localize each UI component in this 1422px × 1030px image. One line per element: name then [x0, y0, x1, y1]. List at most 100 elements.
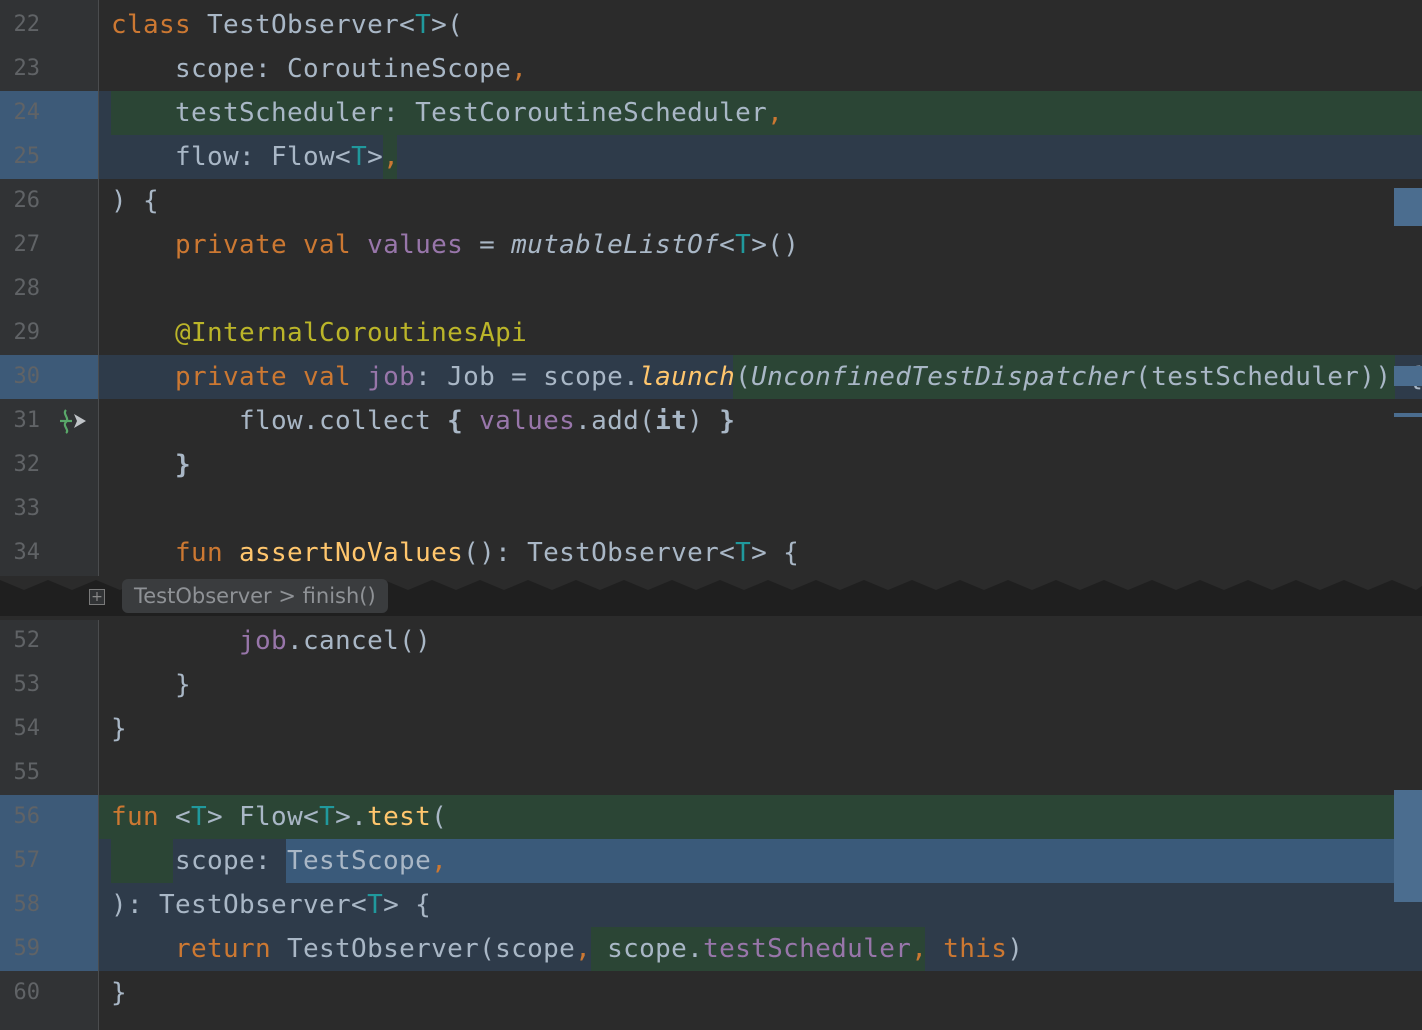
line-code[interactable]: ): TestObserver<T> {: [111, 883, 431, 927]
code-token: (testScheduler)) {: [1135, 362, 1422, 392]
line-number: 26: [13, 188, 41, 213]
code-line-25[interactable]: 25 flow: Flow<T>,: [0, 135, 1422, 179]
line-code[interactable]: }: [111, 707, 127, 751]
code-token: }: [111, 978, 128, 1008]
code-token: >: [367, 142, 384, 172]
code-token: T: [319, 802, 336, 832]
line-code[interactable]: flow: Flow<T>,: [111, 135, 399, 179]
line-number: 58: [13, 892, 41, 917]
code-line-32[interactable]: 32 }: [0, 443, 1422, 487]
code-token: > Flow<: [207, 802, 320, 832]
code-token: }: [111, 450, 192, 480]
code-line-24[interactable]: 24 testScheduler: TestCoroutineScheduler…: [0, 91, 1422, 135]
line-number: 29: [13, 320, 41, 345]
code-token: fun: [111, 538, 240, 568]
fold-breadcrumb[interactable]: TestObserver > finish(): [122, 579, 388, 613]
code-token: =: [463, 230, 512, 260]
line-code[interactable]: fun <T> Flow<T>.test(: [111, 795, 447, 839]
code-token: ): [687, 406, 720, 436]
code-token: T: [415, 10, 432, 40]
code-token: ,: [911, 934, 944, 964]
code-line-27[interactable]: 27 private val values = mutableListOf<T>…: [0, 223, 1422, 267]
line-code[interactable]: }: [111, 663, 191, 707]
code-token: ): [1007, 934, 1024, 964]
line-code[interactable]: flow.collect { values.add(it) }: [111, 399, 735, 443]
line-code[interactable]: return TestObserver(scope, scope.testSch…: [111, 927, 1023, 971]
code-token: ) {: [111, 186, 160, 216]
code-token: assertNoValues: [239, 538, 464, 568]
line-code[interactable]: }: [111, 443, 191, 487]
code-line-58[interactable]: 58 ): TestObserver<T> {: [0, 883, 1422, 927]
code-token: <: [719, 230, 736, 260]
code-line-52[interactable]: 52 job.cancel(): [0, 619, 1422, 663]
code-token: return: [111, 934, 288, 964]
code-token: >.: [335, 802, 368, 832]
code-token: ): TestObserver<: [111, 890, 368, 920]
code-line-31[interactable]: 31 flow.collect { values.add(it) }: [0, 399, 1422, 443]
code-token: private val: [111, 230, 368, 260]
code-token: > {: [383, 890, 432, 920]
code-line-57[interactable]: 57 scope: TestScope,: [0, 839, 1422, 883]
line-code[interactable]: }: [111, 971, 127, 1015]
code-line-34[interactable]: 34 fun assertNoValues(): TestObserver<T>…: [0, 531, 1422, 575]
code-token: TestObserver<: [207, 10, 416, 40]
line-code[interactable]: fun assertNoValues(): TestObserver<T> {: [111, 531, 799, 575]
line-code[interactable]: testScheduler: TestCoroutineScheduler,: [111, 91, 783, 135]
line-code[interactable]: scope: TestScope,: [111, 839, 447, 883]
code-line-33[interactable]: 33: [0, 487, 1422, 531]
code-token: >(): [751, 230, 800, 260]
code-line-56[interactable]: 56 fun <T> Flow<T>.test(: [0, 795, 1422, 839]
code-token: class: [111, 10, 208, 40]
line-code[interactable]: private val job: Job = scope.launch(Unco…: [111, 355, 1422, 399]
code-token: > {: [751, 538, 800, 568]
line-code[interactable]: ) {: [111, 179, 159, 223]
breadcrumb-separator: >: [271, 584, 303, 608]
line-code[interactable]: private val values = mutableListOf<T>(): [111, 223, 799, 267]
line-number: 52: [13, 628, 41, 653]
scroll-marker-change[interactable]: [1394, 188, 1422, 226]
code-token: .cancel(): [287, 626, 432, 656]
line-code[interactable]: job.cancel(): [111, 619, 431, 663]
code-token: ,: [511, 54, 528, 84]
line-number: 23: [13, 56, 41, 81]
code-line-30[interactable]: 30 private val job: Job = scope.launch(U…: [0, 355, 1422, 399]
code-token: fun: [111, 802, 176, 832]
code-token: }: [111, 670, 192, 700]
code-token: scope: CoroutineScope: [111, 54, 512, 84]
code-token: scope: TestScope: [111, 846, 432, 876]
expand-fold-icon[interactable]: +: [89, 589, 105, 605]
code-token: <: [175, 802, 192, 832]
code-token: ,: [575, 934, 608, 964]
line-number: 53: [13, 672, 41, 697]
coroutine-suspend-call-icon[interactable]: [58, 406, 90, 436]
code-line-60[interactable]: 60}: [0, 971, 1422, 1015]
scroll-marker-change[interactable]: [1394, 413, 1422, 417]
code-line-55[interactable]: 55: [0, 751, 1422, 795]
code-line-23[interactable]: 23 scope: CoroutineScope,: [0, 47, 1422, 91]
line-number: 22: [13, 12, 41, 37]
line-number: 28: [13, 276, 41, 301]
code-token: mutableListOf: [511, 230, 720, 260]
code-line-28[interactable]: 28: [0, 267, 1422, 311]
line-code[interactable]: @InternalCoroutinesApi: [111, 311, 527, 355]
breadcrumb-method: finish(): [302, 584, 376, 608]
code-token: >(: [431, 10, 464, 40]
line-number: 59: [13, 936, 41, 961]
code-line-53[interactable]: 53 }: [0, 663, 1422, 707]
scroll-marker-change[interactable]: [1394, 366, 1422, 386]
line-code[interactable]: class TestObserver<T>(: [111, 3, 463, 47]
line-number: 54: [13, 716, 41, 741]
code-line-29[interactable]: 29 @InternalCoroutinesApi: [0, 311, 1422, 355]
code-line-22[interactable]: 22 class TestObserver<T>(: [0, 3, 1422, 47]
code-line-54[interactable]: 54}: [0, 707, 1422, 751]
line-code[interactable]: scope: CoroutineScope,: [111, 47, 527, 91]
code-line-26[interactable]: 26 ) {: [0, 179, 1422, 223]
code-token: flow.collect: [111, 406, 448, 436]
line-number: 24: [13, 100, 41, 125]
line-number: 32: [13, 452, 41, 477]
code-line-59[interactable]: 59 return TestObserver(scope, scope.test…: [0, 927, 1422, 971]
code-token: launch: [639, 362, 736, 392]
code-token: (: [735, 362, 752, 392]
code-token: job: [367, 362, 416, 392]
scroll-marker-change[interactable]: [1394, 790, 1422, 902]
